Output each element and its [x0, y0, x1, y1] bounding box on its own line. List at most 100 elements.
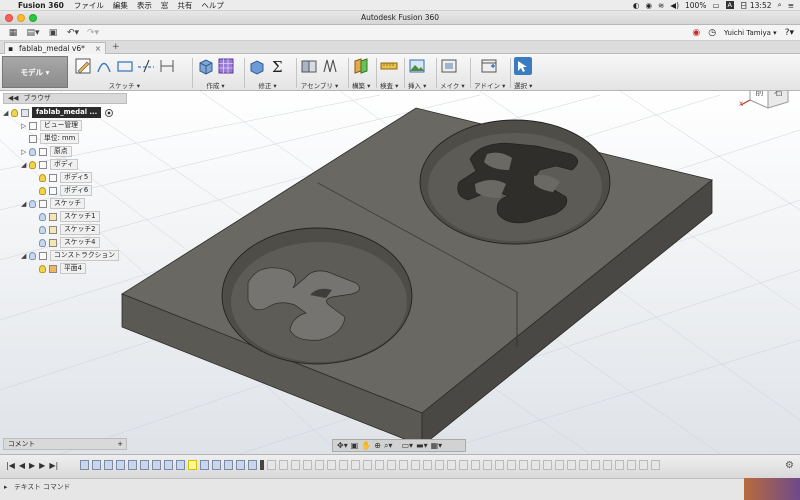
- timeline-start-icon[interactable]: |◀: [6, 461, 15, 470]
- user-account-menu[interactable]: Yuichi Tamiya ▾: [724, 29, 777, 37]
- pan-icon[interactable]: ✋: [361, 441, 371, 450]
- wifi-icon[interactable]: ≋: [658, 1, 664, 10]
- notification-center-icon[interactable]: ≡: [788, 1, 794, 10]
- toolgroup-assemble[interactable]: アセンブリ ▾: [300, 56, 339, 90]
- timeline-suppressed-feature[interactable]: [267, 460, 276, 470]
- timeline-suppressed-feature[interactable]: [567, 460, 576, 470]
- extrude-icon[interactable]: [196, 57, 214, 75]
- battery-icon[interactable]: ▭: [712, 1, 719, 10]
- timeline-suppressed-feature[interactable]: [603, 460, 612, 470]
- timeline-extrude-feature[interactable]: [116, 460, 125, 470]
- display-settings-icon[interactable]: ▭▾: [401, 441, 413, 450]
- browser-item[interactable]: スケッチ2: [3, 223, 127, 236]
- select-cursor-icon[interactable]: [514, 57, 532, 75]
- timeline-end-icon[interactable]: ▶|: [49, 461, 58, 470]
- insert-image-icon[interactable]: [408, 57, 426, 75]
- line-icon[interactable]: [95, 57, 113, 75]
- collapse-icon[interactable]: ◀◀: [8, 94, 18, 102]
- workspace-mode-button[interactable]: モデル ▾: [2, 56, 68, 88]
- parameters-icon[interactable]: Σ: [269, 57, 287, 75]
- minimize-window-button[interactable]: [17, 14, 25, 22]
- timeline-extrude-feature[interactable]: [200, 460, 209, 470]
- visibility-bulb-icon[interactable]: [29, 251, 36, 260]
- joint-icon[interactable]: [321, 57, 339, 75]
- timeline-suppressed-feature[interactable]: [591, 460, 600, 470]
- timeline-settings-gear-icon[interactable]: ⚙: [785, 460, 794, 471]
- timeline-suppressed-feature[interactable]: [639, 460, 648, 470]
- zoom-window-icon[interactable]: ⌕▾: [384, 441, 393, 451]
- toolgroup-modify[interactable]: Σ 修正 ▾: [248, 56, 287, 90]
- visibility-bulb-icon[interactable]: [39, 225, 46, 234]
- browser-root-item[interactable]: ◢ fablab_medal ...: [3, 106, 127, 119]
- timeline-extrude-feature[interactable]: [92, 460, 101, 470]
- 3d-print-icon[interactable]: [440, 57, 458, 75]
- timeline-suppressed-feature[interactable]: [399, 460, 408, 470]
- timeline-suppressed-feature[interactable]: [351, 460, 360, 470]
- expand-down-icon[interactable]: ◢: [21, 161, 29, 169]
- timeline-sketch-feature[interactable]: [188, 460, 197, 470]
- browser-item[interactable]: スケッチ4: [3, 236, 127, 249]
- timeline-suppressed-feature[interactable]: [543, 460, 552, 470]
- battery-label[interactable]: 100%: [685, 1, 706, 10]
- timeline-extrude-feature[interactable]: [176, 460, 185, 470]
- data-panel-grid-icon[interactable]: ▦: [6, 27, 20, 39]
- timeline-suppressed-feature[interactable]: [507, 460, 516, 470]
- timeline-suppressed-feature[interactable]: [435, 460, 444, 470]
- app-name-menu[interactable]: Fusion 360: [18, 1, 64, 10]
- viewcube[interactable]: 前 右 Z X: [736, 91, 792, 120]
- close-window-button[interactable]: [5, 14, 13, 22]
- volume-icon[interactable]: ◀): [670, 1, 679, 10]
- toolgroup-inspect[interactable]: 検査 ▾: [380, 56, 398, 90]
- pattern-icon[interactable]: [217, 57, 235, 75]
- record-icon[interactable]: ◉: [645, 1, 652, 10]
- toolgroup-make[interactable]: メイク ▾: [440, 56, 465, 90]
- browser-item[interactable]: ◢ スケッチ: [3, 197, 127, 210]
- timeline-suppressed-feature[interactable]: [279, 460, 288, 470]
- toolgroup-insert[interactable]: 挿入 ▾: [408, 56, 426, 90]
- visibility-bulb-icon[interactable]: [29, 199, 36, 208]
- timeline-play-icon[interactable]: ▶: [29, 461, 35, 470]
- expand-arrow-icon[interactable]: ▸: [4, 479, 7, 495]
- new-tab-button[interactable]: +: [112, 42, 120, 52]
- timeline-sketch-feature[interactable]: [80, 460, 89, 470]
- timeline-suppressed-feature[interactable]: [483, 460, 492, 470]
- timeline-suppressed-feature[interactable]: [627, 460, 636, 470]
- visual-style-icon[interactable]: ▬▾: [416, 441, 428, 450]
- menu-window[interactable]: 窓: [161, 0, 169, 11]
- toolgroup-addins[interactable]: アドイン ▾: [474, 56, 505, 90]
- zoom-window-button[interactable]: [29, 14, 37, 22]
- toolgroup-create[interactable]: 作成 ▾: [196, 56, 235, 90]
- history-clock-icon[interactable]: ◷: [708, 28, 716, 38]
- browser-item[interactable]: ◢ ボディ: [3, 158, 127, 171]
- menu-file[interactable]: ファイル: [74, 0, 104, 11]
- grid-settings-icon[interactable]: ▦▾: [431, 441, 443, 450]
- timeline-suppressed-feature[interactable]: [327, 460, 336, 470]
- timeline-combine-feature[interactable]: [236, 460, 245, 470]
- visibility-bulb-icon[interactable]: [29, 160, 36, 169]
- add-comment-button[interactable]: +: [117, 439, 123, 449]
- visibility-bulb-icon[interactable]: [39, 173, 46, 182]
- menubar-clock[interactable]: 日 13:52: [740, 0, 772, 11]
- browser-item[interactable]: ボディ5: [3, 171, 127, 184]
- expand-right-icon[interactable]: ▷: [21, 148, 29, 156]
- timeline-marker[interactable]: [260, 460, 264, 470]
- menu-edit[interactable]: 編集: [113, 0, 128, 11]
- timeline-suppressed-feature[interactable]: [651, 460, 660, 470]
- visibility-bulb-icon[interactable]: [29, 147, 36, 156]
- orbit-icon[interactable]: ✥▾: [337, 441, 348, 450]
- input-method-icon[interactable]: A: [725, 1, 734, 9]
- timeline-suppressed-feature[interactable]: [339, 460, 348, 470]
- create-sketch-icon[interactable]: [74, 57, 92, 75]
- timeline-extrude-feature[interactable]: [212, 460, 221, 470]
- browser-item[interactable]: スケッチ1: [3, 210, 127, 223]
- trim-icon[interactable]: [137, 57, 155, 75]
- browser-item[interactable]: ▷ 原点: [3, 145, 127, 158]
- timeline-suppressed-feature[interactable]: [411, 460, 420, 470]
- menu-help[interactable]: ヘルプ: [201, 0, 224, 11]
- expand-right-icon[interactable]: ▷: [21, 122, 29, 130]
- timeline-suppressed-feature[interactable]: [531, 460, 540, 470]
- job-status-icon[interactable]: ◉: [692, 28, 700, 38]
- browser-item[interactable]: ◢ コンストラクション: [3, 249, 127, 262]
- timeline-suppressed-feature[interactable]: [519, 460, 528, 470]
- offset-plane-icon[interactable]: [352, 57, 370, 75]
